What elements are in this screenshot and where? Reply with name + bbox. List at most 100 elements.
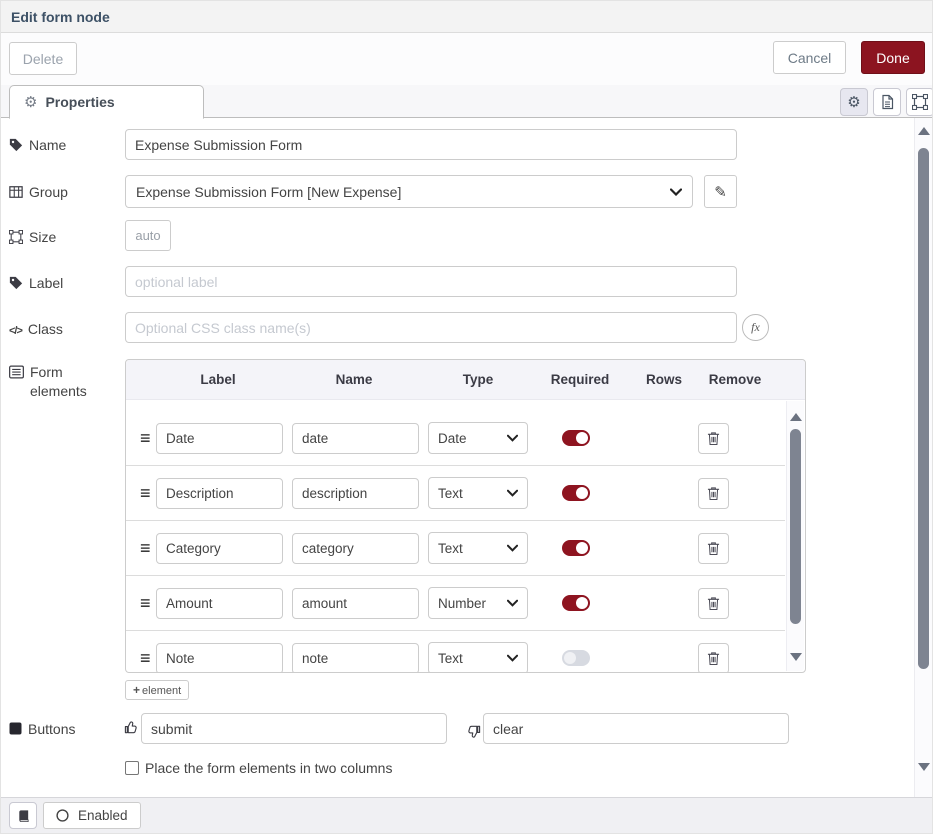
element-type-select[interactable]: Text <box>428 642 528 672</box>
dialog-titlebar: Edit form node <box>1 1 932 33</box>
column-header: Name <box>336 360 373 400</box>
tab-properties[interactable]: ⚙ Properties <box>9 85 204 119</box>
scroll-down-arrow[interactable] <box>790 653 802 661</box>
properties-panel: Name Group Expense Submission Form [New … <box>1 118 916 799</box>
required-toggle[interactable] <box>562 485 590 501</box>
required-toggle[interactable] <box>562 540 590 556</box>
size-auto-button[interactable]: auto <box>125 220 171 251</box>
element-type-select[interactable]: Number <box>428 587 528 619</box>
label-input[interactable] <box>125 266 737 297</box>
element-label-input[interactable] <box>156 423 283 454</box>
group-edit-button[interactable]: ✎ <box>704 175 737 208</box>
dialog-title: Edit form node <box>11 9 110 25</box>
trash-icon <box>707 596 720 611</box>
element-type-value: Text <box>438 541 507 556</box>
element-label-input[interactable] <box>156 643 283 673</box>
appearance-group-button[interactable] <box>906 88 933 116</box>
panel-scrollbar[interactable] <box>914 118 932 799</box>
toggle-knob <box>576 432 588 444</box>
drag-handle-icon[interactable]: ≡ <box>140 538 156 559</box>
chevron-down-icon <box>670 188 682 196</box>
toggle-knob <box>564 652 576 664</box>
book-icon <box>16 809 31 823</box>
element-label-input[interactable] <box>156 588 283 619</box>
required-toggle[interactable] <box>562 595 590 611</box>
tab-tools: ⚙ <box>840 88 933 116</box>
drag-handle-icon[interactable]: ≡ <box>140 648 156 669</box>
element-type-select[interactable]: Text <box>428 477 528 509</box>
edit-form-node-dialog: Edit form node Delete Cancel Done ⚙ Prop… <box>0 0 933 834</box>
dialog-footer: Enabled <box>1 797 932 833</box>
clear-button-label-input[interactable] <box>483 713 789 744</box>
element-type-select[interactable]: Date <box>428 422 528 454</box>
chevron-down-icon <box>507 544 518 552</box>
element-type-value: Number <box>438 596 507 611</box>
elements-table-body: ≡ Date ≡ Text <box>126 401 805 672</box>
element-row: ≡ Date <box>126 411 785 466</box>
delete-element-button[interactable] <box>698 533 729 564</box>
list-alt-icon <box>9 365 24 379</box>
description-doc-button[interactable] <box>873 88 901 116</box>
group-select[interactable]: Expense Submission Form [New Expense] <box>125 175 693 208</box>
square-icon <box>9 722 22 735</box>
done-button[interactable]: Done <box>861 41 925 74</box>
element-name-input[interactable] <box>292 478 419 509</box>
cancel-button[interactable]: Cancel <box>773 41 846 74</box>
element-row: ≡ Text <box>126 521 785 576</box>
circle-icon <box>56 809 69 822</box>
drag-handle-icon[interactable]: ≡ <box>140 483 156 504</box>
tab-properties-label: Properties <box>45 94 114 110</box>
add-element-button[interactable]: +element <box>125 680 189 700</box>
scroll-down-arrow[interactable] <box>918 763 930 771</box>
delete-element-button[interactable] <box>698 423 729 454</box>
delete-element-button[interactable] <box>698 478 729 509</box>
element-type-value: Text <box>438 486 507 501</box>
two-columns-checkbox[interactable] <box>125 761 139 775</box>
element-name-input[interactable] <box>292 643 419 673</box>
trash-icon <box>707 541 720 556</box>
name-input[interactable] <box>125 129 737 160</box>
gear-icon: ⚙ <box>847 93 860 111</box>
settings-gear-button[interactable]: ⚙ <box>840 88 868 116</box>
column-header: Label <box>200 360 235 400</box>
document-icon <box>880 94 895 110</box>
element-name-input[interactable] <box>292 588 419 619</box>
object-group-icon <box>9 230 23 244</box>
enabled-toggle-button[interactable]: Enabled <box>43 802 141 829</box>
name-field-label: Name <box>9 136 121 155</box>
scrollbar-thumb[interactable] <box>790 429 801 624</box>
code-icon: </> <box>9 322 22 341</box>
submit-button-label-input[interactable] <box>141 713 447 744</box>
required-toggle[interactable] <box>562 650 590 666</box>
delete-element-button[interactable] <box>698 588 729 619</box>
required-toggle[interactable] <box>562 430 590 446</box>
elements-table-scrollbar[interactable] <box>786 401 804 671</box>
enabled-label: Enabled <box>78 808 128 823</box>
class-field-label: </> Class <box>9 320 121 341</box>
scrollbar-thumb[interactable] <box>918 148 929 669</box>
trash-icon <box>707 651 720 666</box>
column-header: Required <box>551 360 610 400</box>
delete-element-button[interactable] <box>698 643 729 673</box>
element-label-input[interactable] <box>156 533 283 564</box>
node-help-button[interactable] <box>9 802 37 829</box>
scroll-up-arrow[interactable] <box>790 413 802 421</box>
drag-handle-icon[interactable]: ≡ <box>140 593 156 614</box>
element-type-select[interactable]: Text <box>428 532 528 564</box>
plus-icon: + <box>133 683 140 697</box>
scroll-up-arrow[interactable] <box>918 127 930 135</box>
gear-icon: ⚙ <box>24 93 37 111</box>
delete-button[interactable]: Delete <box>9 42 77 75</box>
size-field-label: Size <box>9 228 121 247</box>
toggle-knob <box>576 597 588 609</box>
group-select-value: Expense Submission Form [New Expense] <box>136 184 670 200</box>
form-elements-field-label: Form elements <box>9 363 121 401</box>
element-name-input[interactable] <box>292 533 419 564</box>
class-input[interactable] <box>125 312 737 343</box>
drag-handle-icon[interactable]: ≡ <box>140 428 156 449</box>
class-expression-button[interactable]: fx <box>742 314 769 341</box>
column-header: Rows <box>646 360 682 400</box>
element-label-input[interactable] <box>156 478 283 509</box>
element-name-input[interactable] <box>292 423 419 454</box>
element-row: ≡ Text <box>126 466 785 521</box>
